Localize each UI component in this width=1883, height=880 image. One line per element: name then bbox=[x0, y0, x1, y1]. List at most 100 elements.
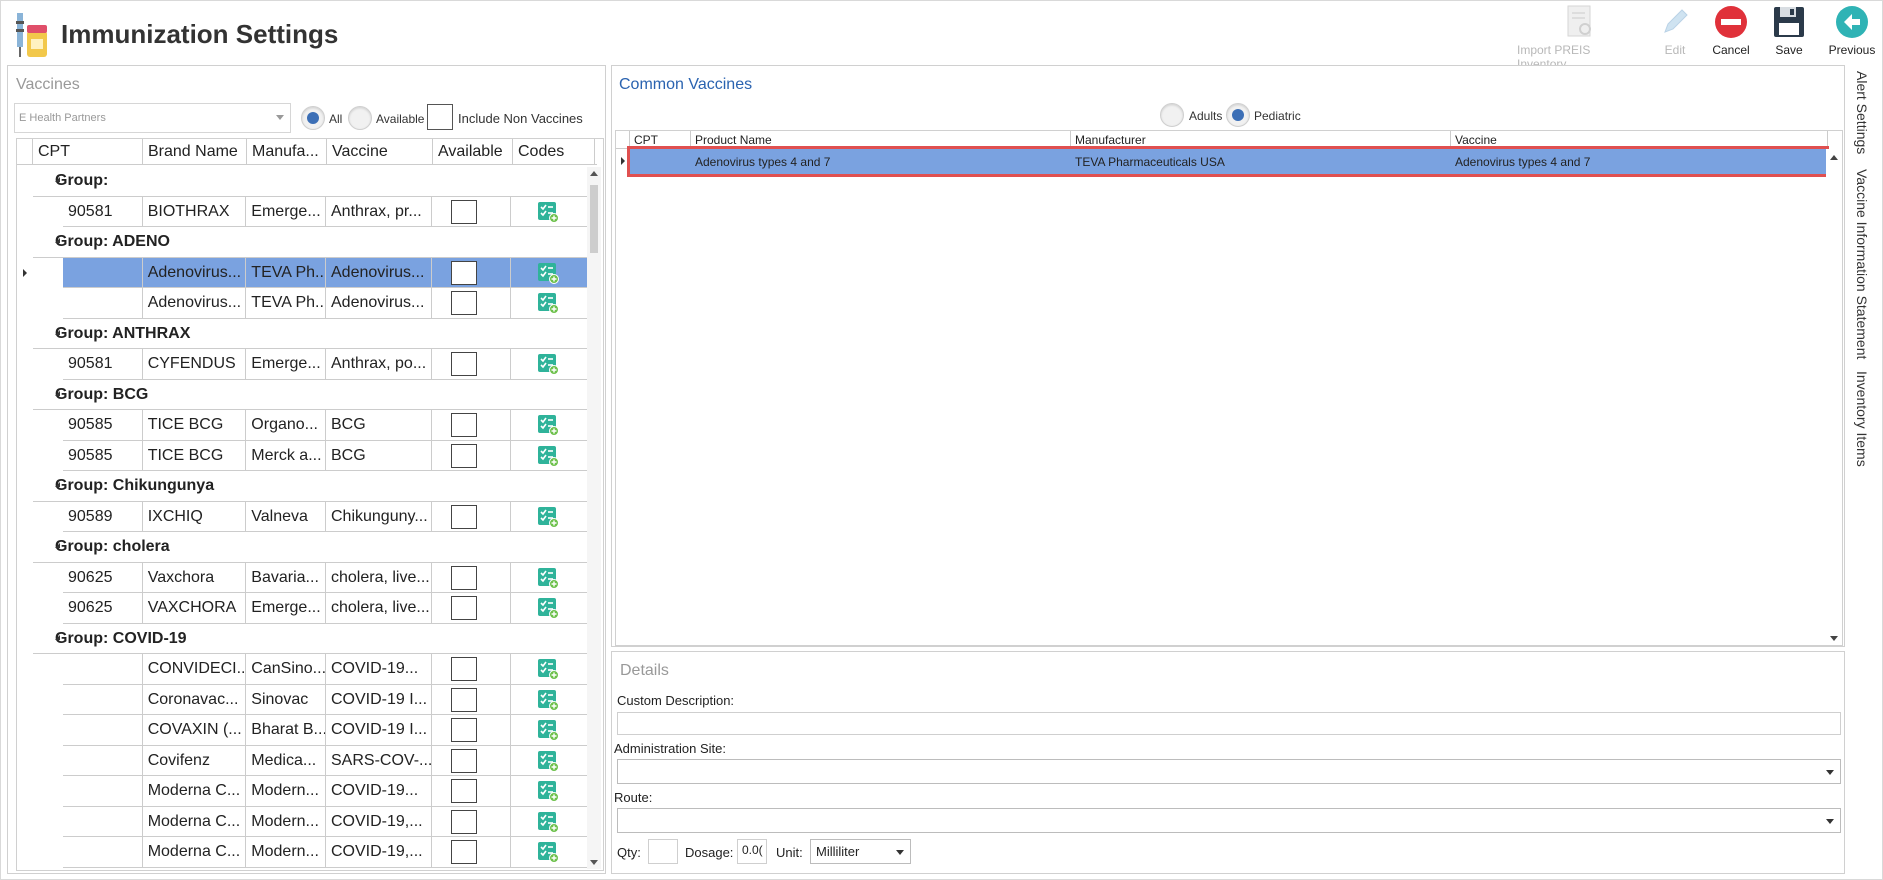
codes-list-icon[interactable] bbox=[537, 841, 560, 863]
col-codes[interactable]: Codes bbox=[513, 139, 595, 164]
include-non-vaccines-checkbox[interactable] bbox=[427, 104, 453, 130]
vaccine-row[interactable]: 90581 CYFENDUS Emerge... Anthrax, po... bbox=[17, 349, 593, 380]
codes-list-icon[interactable] bbox=[537, 567, 560, 589]
vaccine-row[interactable]: Moderna C... Modern... COVID-19,... bbox=[17, 837, 593, 868]
group-row[interactable]: Group: cholera bbox=[33, 532, 593, 563]
filter-available-radio[interactable] bbox=[348, 106, 372, 130]
tab-vaccine-information-statement[interactable]: Vaccine Information Statement bbox=[1854, 169, 1870, 359]
available-checkbox[interactable] bbox=[450, 199, 477, 224]
col-cpt[interactable]: CPT bbox=[630, 131, 691, 148]
available-checkbox[interactable] bbox=[450, 291, 477, 315]
administration-site-label: Administration Site: bbox=[614, 741, 726, 756]
common-vaccines-scrollbar[interactable] bbox=[1826, 149, 1842, 645]
vaccine-row[interactable]: Coronavac... Sinovac COVID-19 I... bbox=[17, 684, 593, 715]
vaccine-row[interactable]: 90581 BIOTHRAX Emerge... Anthrax, pr... bbox=[17, 196, 593, 227]
vaccine-row[interactable]: 90625 Vaxchora Bavaria... cholera, live... bbox=[17, 562, 593, 593]
vaccines-scrollbar[interactable] bbox=[587, 167, 601, 869]
common-vaccine-row[interactable]: Adenovirus types 4 and 7 TEVA Pharmaceut… bbox=[627, 146, 1829, 177]
col-vaccine[interactable]: Vaccine bbox=[327, 139, 433, 164]
codes-list-icon[interactable] bbox=[537, 689, 560, 711]
available-checkbox[interactable] bbox=[450, 718, 477, 742]
edit-button[interactable]: Edit bbox=[1657, 5, 1693, 57]
route-select[interactable] bbox=[617, 808, 1841, 833]
vaccine-row[interactable]: 90589 IXCHIQ Valneva Chikunguny... bbox=[17, 501, 593, 532]
group-row[interactable]: Group: BCG bbox=[33, 380, 593, 410]
vaccine-row[interactable]: Adenovirus... TEVA Ph... Adenovirus... bbox=[17, 288, 593, 319]
adults-radio[interactable] bbox=[1160, 103, 1184, 127]
available-checkbox[interactable] bbox=[450, 413, 477, 437]
codes-list-icon[interactable] bbox=[537, 414, 560, 436]
group-row[interactable]: Group: Chikungunya bbox=[33, 471, 593, 502]
group-row[interactable]: Group: ANTHRAX bbox=[33, 319, 593, 349]
administration-site-select[interactable] bbox=[617, 759, 1841, 784]
unit-select[interactable]: Milliliter bbox=[810, 839, 911, 864]
cell-codes bbox=[511, 410, 593, 441]
col-product-name[interactable]: Product Name bbox=[691, 131, 1071, 148]
available-checkbox[interactable] bbox=[450, 565, 477, 590]
cell-vaccine: Chikunguny... bbox=[326, 501, 432, 532]
codes-list-icon[interactable] bbox=[537, 353, 560, 375]
codes-list-icon[interactable] bbox=[537, 445, 560, 467]
col-brand-name[interactable]: Brand Name bbox=[143, 139, 247, 164]
custom-description-input[interactable] bbox=[617, 712, 1841, 735]
available-checkbox[interactable] bbox=[450, 504, 477, 529]
scroll-up-icon[interactable] bbox=[590, 171, 598, 176]
codes-list-icon[interactable] bbox=[537, 750, 560, 772]
scroll-thumb[interactable] bbox=[590, 185, 598, 253]
qty-input[interactable] bbox=[648, 839, 678, 864]
available-checkbox[interactable] bbox=[450, 840, 477, 864]
vaccine-row[interactable]: Covifenz Medica... SARS-COV-... bbox=[17, 745, 593, 776]
codes-list-icon[interactable] bbox=[537, 506, 560, 528]
vaccine-row[interactable]: Adenovirus... TEVA Ph... Adenovirus... bbox=[17, 257, 593, 288]
col-manufacturer[interactable]: Manufacturer bbox=[1071, 131, 1451, 148]
codes-list-icon[interactable] bbox=[537, 201, 560, 223]
scroll-down-icon[interactable] bbox=[1830, 636, 1838, 641]
vaccine-row[interactable]: CONVIDECI... CanSino... COVID-19... bbox=[17, 654, 593, 685]
scroll-down-icon[interactable] bbox=[590, 860, 598, 865]
dosage-input[interactable]: 0.0( bbox=[737, 839, 767, 864]
row-indicator bbox=[17, 807, 63, 838]
col-available[interactable]: Available bbox=[433, 139, 513, 164]
codes-list-icon[interactable] bbox=[537, 719, 560, 741]
available-checkbox[interactable] bbox=[450, 260, 477, 285]
filter-all-radio[interactable] bbox=[301, 106, 325, 130]
codes-list-icon[interactable] bbox=[537, 658, 560, 680]
cancel-button[interactable]: Cancel bbox=[1709, 5, 1753, 57]
vaccine-row[interactable]: COVAXIN (... Bharat B... COVID-19 I... bbox=[17, 715, 593, 746]
codes-list-icon[interactable] bbox=[537, 597, 560, 619]
available-checkbox[interactable] bbox=[450, 748, 477, 773]
available-checkbox[interactable] bbox=[450, 809, 477, 834]
available-checkbox[interactable] bbox=[450, 779, 477, 803]
available-checkbox[interactable] bbox=[450, 352, 477, 376]
codes-list-icon[interactable] bbox=[537, 292, 560, 314]
col-manufacturer[interactable]: Manufa... bbox=[247, 139, 327, 164]
available-checkbox[interactable] bbox=[450, 443, 477, 468]
col-vaccine[interactable]: Vaccine bbox=[1451, 131, 1828, 148]
save-button[interactable]: Save bbox=[1771, 5, 1807, 57]
vaccine-row[interactable]: 90585 TICE BCG Merck a... BCG bbox=[17, 440, 593, 471]
group-row[interactable]: Group: COVID-19 bbox=[33, 624, 593, 654]
vaccine-row[interactable]: Moderna C... Modern... COVID-19... bbox=[17, 776, 593, 807]
available-checkbox[interactable] bbox=[450, 657, 477, 681]
available-checkbox[interactable] bbox=[450, 596, 477, 620]
codes-list-icon[interactable] bbox=[537, 262, 560, 284]
codes-list-icon[interactable] bbox=[537, 780, 560, 802]
cell-cpt bbox=[63, 806, 143, 837]
import-preis-inventory-button[interactable]: Import PREIS Inventory bbox=[1517, 5, 1643, 71]
group-label: Group: Chikungunya bbox=[55, 477, 215, 494]
group-row[interactable]: Group: ADENO bbox=[33, 227, 593, 258]
previous-button[interactable]: Previous bbox=[1827, 5, 1877, 57]
vaccine-row[interactable]: 90625 VAXCHORA Emerge... cholera, live... bbox=[17, 593, 593, 624]
pediatric-radio[interactable] bbox=[1226, 103, 1250, 127]
scroll-up-icon[interactable] bbox=[1830, 155, 1838, 160]
codes-list-icon[interactable] bbox=[537, 811, 560, 833]
vaccine-row[interactable]: Moderna C... Modern... COVID-19,... bbox=[17, 806, 593, 838]
col-cpt[interactable]: CPT bbox=[33, 139, 143, 164]
chevron-down-icon bbox=[1826, 770, 1834, 775]
tab-alert-settings[interactable]: Alert Settings bbox=[1854, 71, 1870, 154]
group-row[interactable]: Group: bbox=[33, 166, 593, 197]
vaccine-row[interactable]: 90585 TICE BCG Organo... BCG bbox=[17, 410, 593, 441]
tab-inventory-items[interactable]: Inventory Items bbox=[1854, 371, 1870, 467]
practice-select[interactable]: E Health Partners bbox=[14, 103, 291, 133]
available-checkbox[interactable] bbox=[450, 687, 477, 712]
